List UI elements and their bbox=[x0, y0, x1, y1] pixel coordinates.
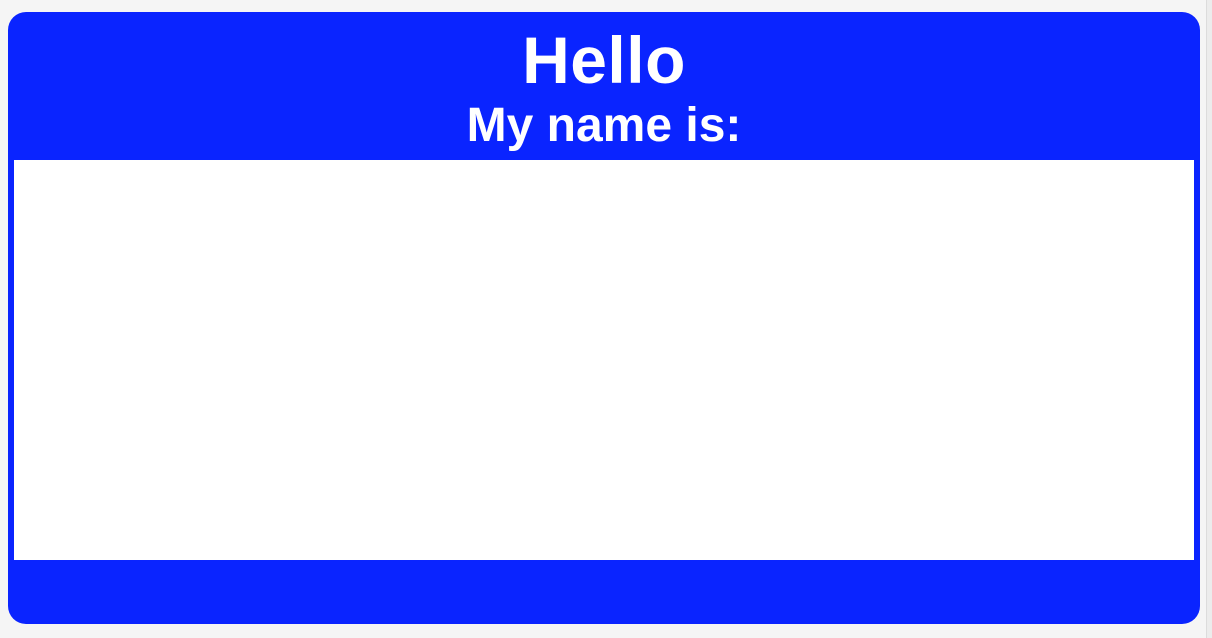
name-input[interactable] bbox=[14, 160, 1194, 560]
window-edge bbox=[1206, 0, 1212, 638]
badge-header: Hello My name is: bbox=[8, 12, 1200, 160]
page: Hello My name is: bbox=[0, 0, 1212, 638]
greeting-text: Hello bbox=[522, 23, 686, 97]
my-name-is-label: My name is: bbox=[466, 99, 742, 152]
name-badge: Hello My name is: bbox=[8, 12, 1200, 624]
